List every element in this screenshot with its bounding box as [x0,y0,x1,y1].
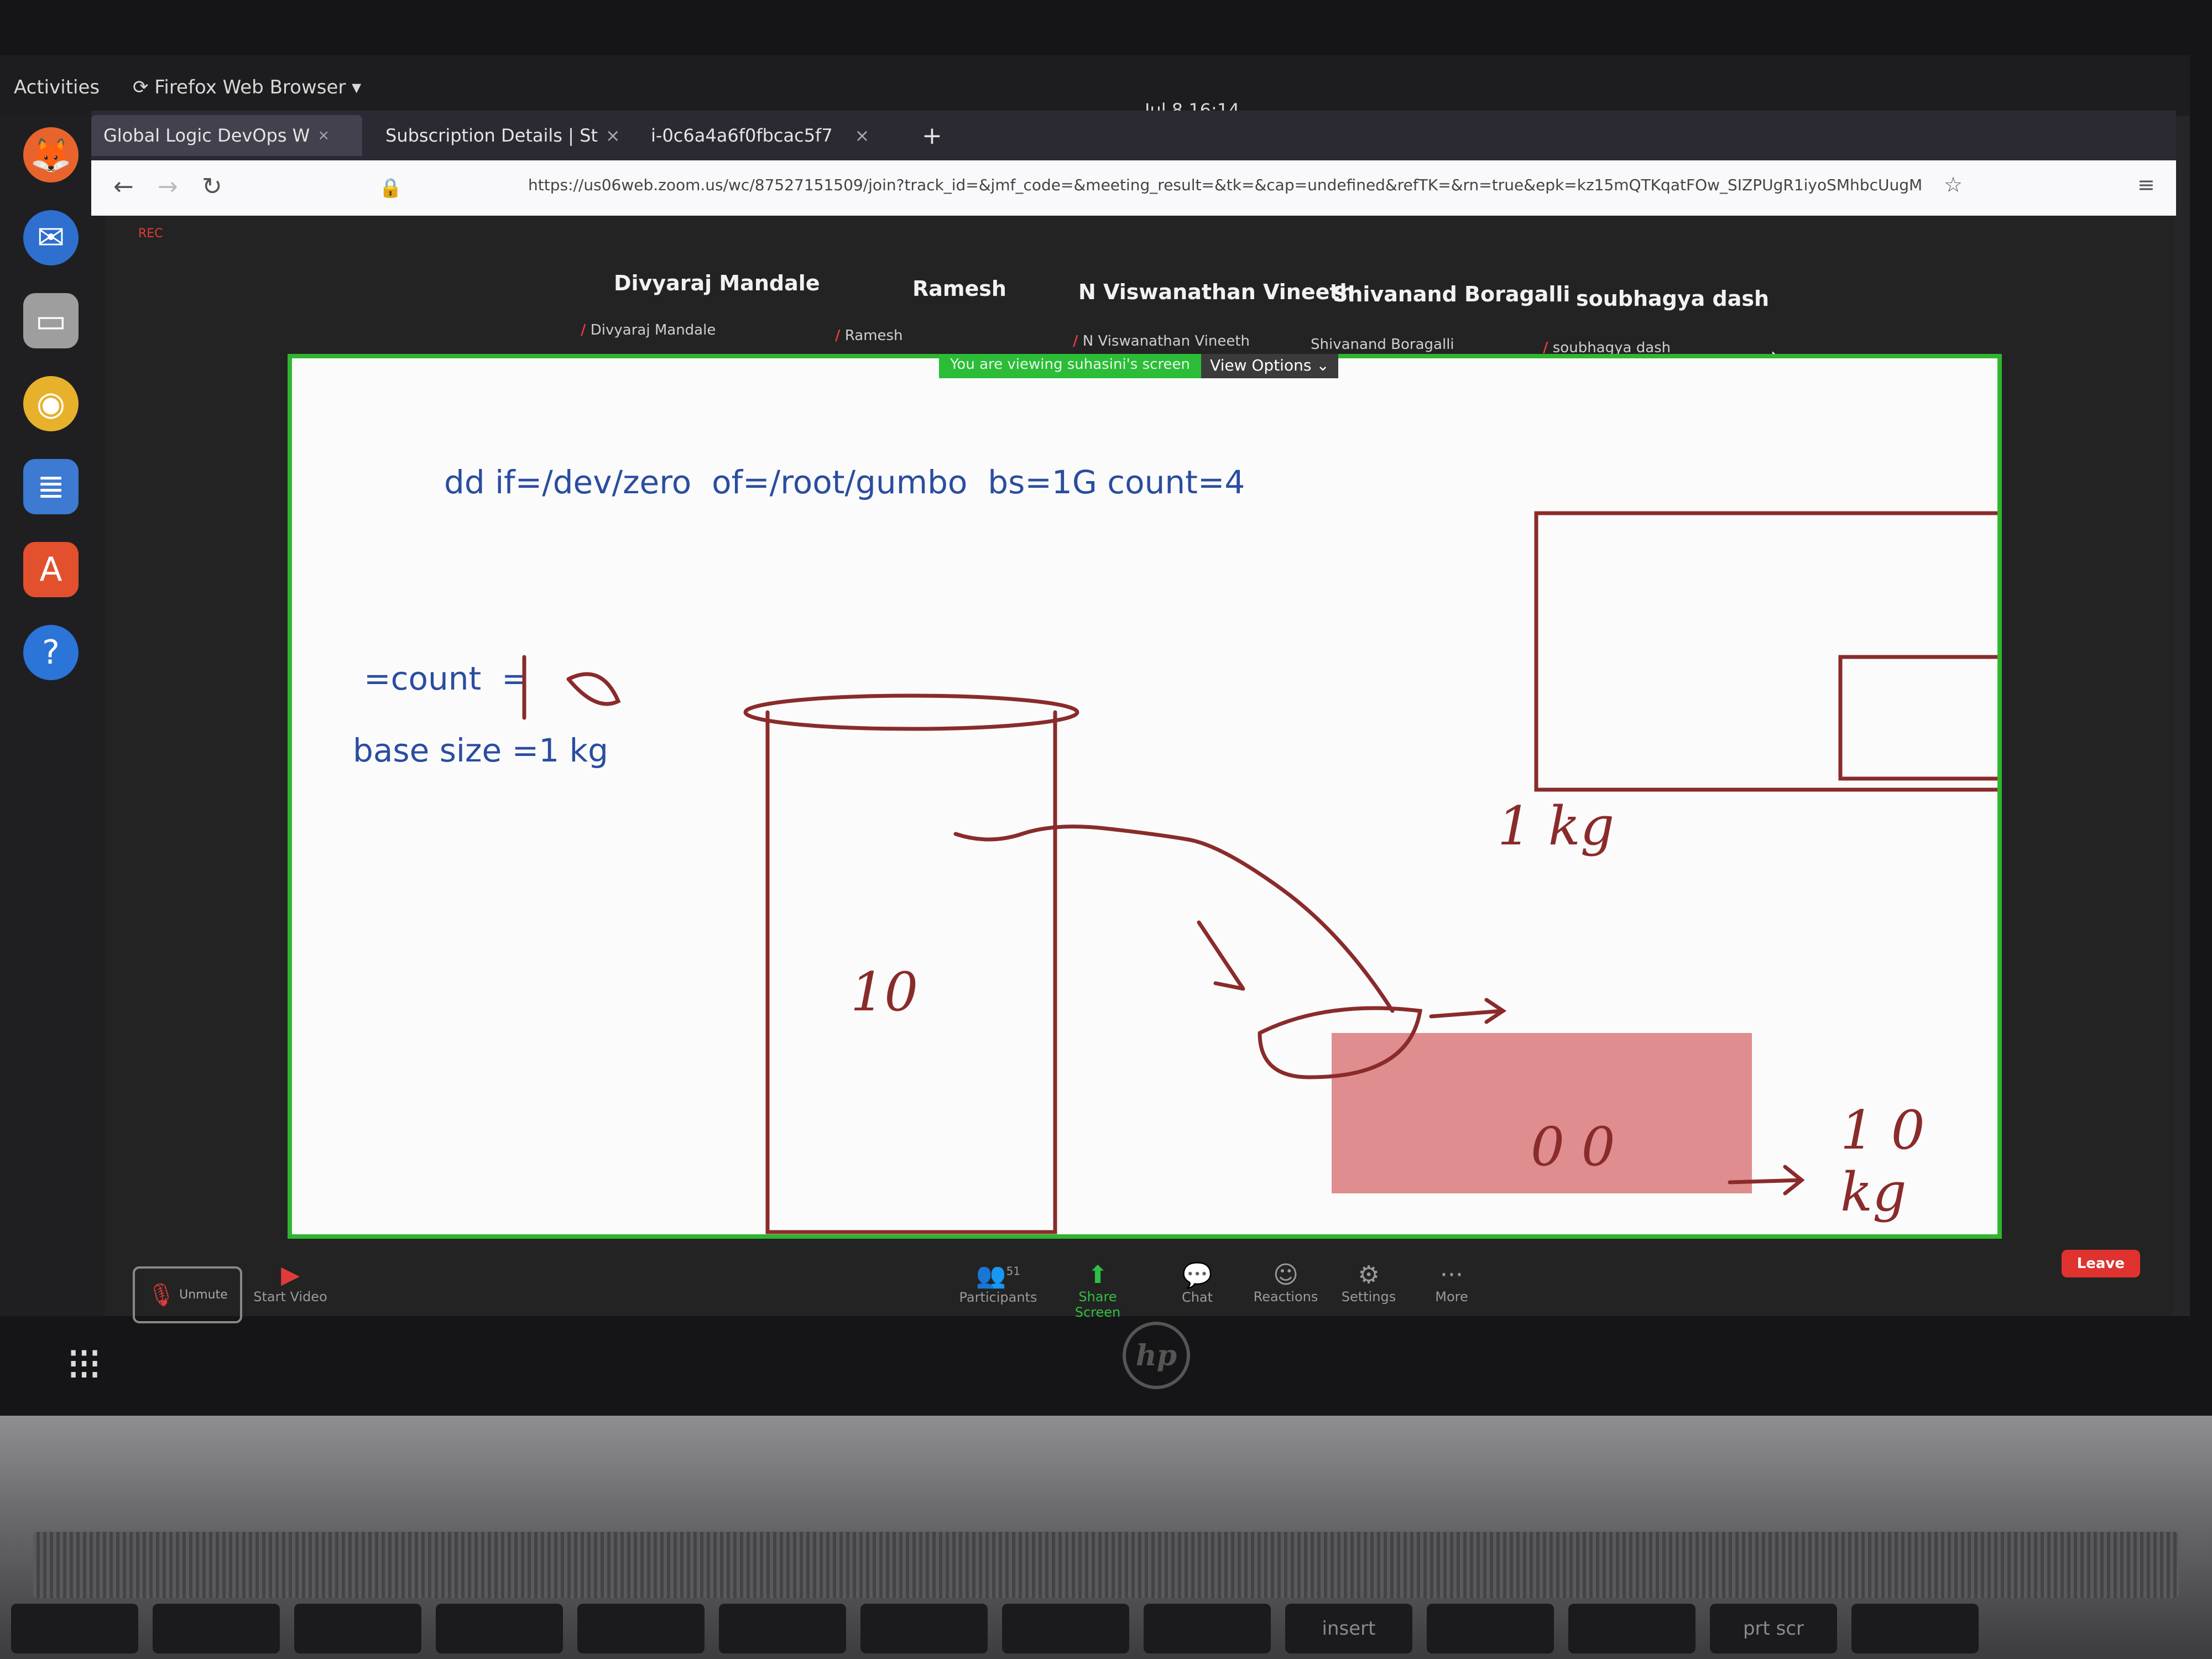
key[interactable] [1568,1604,1695,1653]
bookmark-star-icon[interactable]: ☆ [1944,173,1963,197]
firefox-icon[interactable]: 🦊 [23,127,79,182]
participant-name: soubhagya dash [1576,286,1770,311]
unmute-button[interactable]: 🎙 Unmute [133,1266,242,1323]
thunderbird-icon[interactable]: ✉ [23,210,79,265]
tab-subscription[interactable]: Subscription Details | St × [373,115,633,156]
participant-name: Ramesh [912,276,1006,301]
people-icon: 👥51 [975,1261,1021,1290]
participant-name: Divyaraj Mandale [614,271,820,295]
mic-off-icon: / [1073,333,1078,349]
mic-off-icon: 🎙 [147,1282,176,1308]
menu-icon[interactable]: ≡ [2137,173,2155,197]
hp-logo: hp [1123,1322,1190,1389]
ink-arrow-down [1197,920,1245,991]
video-off-icon: ▶ [281,1261,300,1289]
show-apps-icon[interactable]: ⁝⁝⁝ [66,1338,102,1390]
key[interactable] [1002,1604,1129,1653]
participant-label: Shivanand Boragalli [1311,336,1454,353]
zoom-meeting: REC Divyaraj Mandale / Divyaraj Mandale … [105,216,2173,1323]
reactions-button[interactable]: ☺ Reactions [1244,1261,1327,1305]
tab-bar: Global Logic DevOps W × Subscription Det… [91,111,2176,160]
more-button[interactable]: ··· More [1410,1261,1493,1305]
participant-name: Shivanand Boragalli [1333,282,1571,306]
participant-label: / Ramesh [835,327,903,344]
tab-label: Global Logic DevOps W [103,125,310,146]
key[interactable] [1144,1604,1271,1653]
ink-arrow-curve [953,825,1395,1013]
url-field[interactable]: https://us06web.zoom.us/wc/87527151509/j… [528,176,2021,194]
participant-label: / N Viswanathan Vineeth [1073,333,1250,349]
key[interactable] [1427,1604,1554,1653]
start-video-button[interactable]: ▶ Start Video [249,1261,332,1305]
key[interactable] [577,1604,705,1653]
ink-bowl [1258,1006,1423,1079]
key[interactable] [1851,1604,1979,1653]
writer-icon[interactable]: ≣ [23,459,79,514]
forward-icon[interactable]: → [158,173,178,201]
ink-10kg: 1 0 kg [1840,1099,1925,1223]
key[interactable] [153,1604,280,1653]
ink-arrow-right [1429,998,1507,1024]
navigation-bar: ← → ↻ 🔒 https://us06web.zoom.us/wc/87527… [91,160,2176,216]
chat-button[interactable]: 💬 Chat [1156,1261,1239,1305]
app-menu-label: Firefox Web Browser [154,76,346,98]
participants-button[interactable]: 👥51 Participants [957,1261,1040,1305]
key[interactable] [436,1604,563,1653]
zoom-toolbar: 🎙 Unmute ▶ Start Video 👥51 Participants ⬆ S… [105,1250,2173,1323]
chat-icon: 💬 [1182,1261,1213,1290]
tab-label: Subscription Details | St [385,125,598,146]
new-tab-button[interactable]: + [910,115,954,156]
reactions-icon: ☺ [1273,1261,1298,1289]
keyboard-row: insert prt scr [0,1604,2212,1659]
share-icon: ⬆ [1087,1261,1108,1289]
share-screen-button[interactable]: ⬆ Share Screen [1056,1261,1139,1320]
whiteboard-ink [522,511,1997,1234]
rhythmbox-icon[interactable]: ◉ [23,376,79,431]
ink-big-box [1534,511,1997,792]
files-icon[interactable]: ▭ [23,293,79,348]
rec-indicator: REC [138,227,163,241]
mic-off-icon: / [581,322,586,338]
lock-icon[interactable]: 🔒 [379,177,402,199]
ink-tank-zeros: 10 [851,961,919,1023]
key[interactable] [860,1604,988,1653]
reload-icon[interactable]: ↻ [202,173,222,201]
key[interactable] [11,1604,138,1653]
speaker-grille [33,1532,2179,1598]
help-icon[interactable]: ? [23,625,79,680]
more-icon: ··· [1440,1261,1463,1289]
participant-name: N Viswanathan Vineeth [1078,280,1355,304]
app-menu[interactable]: ⟳ Firefox Web Browser ▾ [133,76,361,98]
ink-block-label: 0 0 [1531,1116,1615,1178]
close-icon[interactable]: × [606,125,620,146]
gear-icon: ⚙ [1358,1261,1380,1289]
tab-label: i-0c6a4a6f0fbcac5f7 [651,125,833,146]
ink-tank-top [743,693,1079,731]
desktop-screen: Activities ⟳ Firefox Web Browser ▾ Jul 8… [0,55,2190,1390]
close-icon[interactable]: × [317,127,330,144]
ink-arrow-right [1728,1165,1805,1196]
mic-off-icon: / [835,327,841,344]
dock: 🦊 ✉ ▭ ◉ ≣ A ? ⁝⁝⁝ [0,116,105,1390]
ink-1kg: 1 kg [1498,795,1615,857]
key-insert[interactable]: insert [1285,1604,1412,1653]
ink-small-box [1838,655,1997,781]
close-icon[interactable]: × [855,125,870,146]
back-icon[interactable]: ← [113,173,134,201]
participant-label: / Divyaraj Mandale [581,322,716,338]
activities-button[interactable]: Activities [14,76,100,98]
key-prt-scr[interactable]: prt scr [1710,1604,1837,1653]
software-icon[interactable]: A [23,542,79,597]
gnome-top-bar: Activities ⟳ Firefox Web Browser ▾ Jul 8… [0,55,2190,121]
settings-button[interactable]: ⚙ Settings [1327,1261,1410,1305]
shared-screen: You are viewing suhasini's screen View O… [288,354,2002,1239]
key[interactable] [719,1604,846,1653]
tab-instance[interactable]: i-0c6a4a6f0fbcac5f7 × [639,115,899,156]
tab-global-logic[interactable]: Global Logic DevOps W × [91,115,362,156]
key[interactable] [294,1604,421,1653]
leave-button[interactable]: Leave [2061,1250,2140,1277]
ink-count-zero [566,672,621,706]
